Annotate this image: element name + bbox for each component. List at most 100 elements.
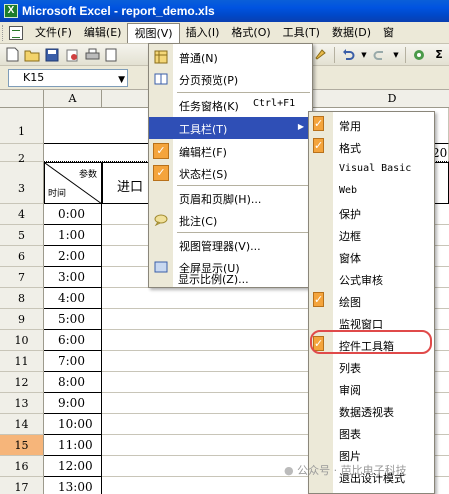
row-header-14[interactable]: 14 [0,414,44,435]
toolbar-option-5[interactable]: 边框 [309,224,434,246]
row-header-6[interactable]: 6 [0,246,44,267]
menu-edit[interactable]: 编辑(E) [78,23,128,43]
toolbar-option-3[interactable]: Web [309,180,434,202]
save-icon[interactable] [44,47,60,63]
view-menu-zoom[interactable]: 显示比例(Z)... [148,267,298,289]
menu-data[interactable]: 数据(D) [326,23,377,43]
print-preview-icon[interactable] [104,47,120,63]
toolbar-option-11[interactable]: 列表 [309,356,434,378]
row-header-13[interactable]: 13 [0,393,44,414]
check-icon: ✓ [313,292,325,307]
time-cell[interactable]: 10:00 [44,414,102,435]
view-menu-page-break[interactable]: 分页预览(P) [149,68,312,90]
time-cell[interactable]: 5:00 [44,309,102,330]
window-title: Microsoft Excel - report_demo.xls [22,4,215,18]
time-cell[interactable]: 6:00 [44,330,102,351]
row-header-10[interactable]: 10 [0,330,44,351]
redo-icon[interactable] [372,47,388,63]
toolbar-option-13[interactable]: 数据透视表 [309,400,434,422]
time-cell[interactable]: 7:00 [44,351,102,372]
toolbar-option-label: 常用 [339,120,361,133]
row-header-15[interactable]: 15 [0,435,44,456]
open-folder-icon[interactable] [24,47,40,63]
select-all-corner[interactable] [0,90,44,108]
toolbar-option-8[interactable]: ✓ 绘图 [309,290,434,312]
column-header-b[interactable] [102,90,150,108]
view-menu-comments[interactable]: 批注(C) [149,209,312,231]
view-menu-view-manager[interactable]: 视图管理器(V)... [149,234,312,256]
permission-icon[interactable] [64,47,80,63]
header-diagonal-cell[interactable]: 参数 时间 [44,162,103,205]
menu-tools[interactable]: 工具(T) [277,23,326,43]
time-cell[interactable]: 12:00 [44,456,102,477]
column-header-a[interactable]: A [44,90,102,108]
print-icon[interactable] [84,47,100,63]
toolbar-option-6[interactable]: 窗体 [309,246,434,268]
toolbar-option-4[interactable]: 保护 [309,202,434,224]
menu-format[interactable]: 格式(O) [225,23,276,43]
view-menu-normal[interactable]: 普通(N) [149,46,312,68]
time-cell[interactable]: 3:00 [44,267,102,288]
hyperlink-icon[interactable] [411,47,427,63]
menu-view[interactable]: 视图(V) [127,22,180,43]
time-cell[interactable]: 1:00 [44,225,102,246]
undo-dropdown-icon[interactable]: ▼ [360,47,368,63]
time-cell[interactable]: 4:00 [44,288,102,309]
name-box[interactable]: K15 ▼ [8,69,128,87]
row-header-5[interactable]: 5 [0,225,44,246]
check-icon: ✓ [313,116,325,131]
page-break-icon [153,71,169,87]
name-box-dropdown-icon[interactable]: ▼ [118,72,125,88]
row-header-12[interactable]: 12 [0,372,44,393]
undo-icon[interactable] [340,47,356,63]
toolbar-option-label: 绘图 [339,296,361,309]
view-menu-formula-bar[interactable]: ✓ 编辑栏(F) [149,140,312,162]
autosum-icon[interactable]: Σ [431,47,447,63]
row-header-11[interactable]: 11 [0,351,44,372]
time-cell[interactable]: 9:00 [44,393,102,414]
time-cell[interactable]: 0:00 [44,204,102,225]
toolbar-option-7[interactable]: 公式审核 [309,268,434,290]
row-header-2[interactable]: 2 [0,144,44,165]
column-header-d[interactable]: D [342,90,442,108]
view-menu-toolbars[interactable]: 工具栏(T) ▶ [149,117,312,139]
menu-separator [177,185,310,186]
time-cell[interactable]: 2:00 [44,246,102,267]
redo-dropdown-icon[interactable]: ▼ [392,47,400,63]
row-header-7[interactable]: 7 [0,267,44,288]
row-header-9[interactable]: 9 [0,309,44,330]
check-icon: ✓ [153,165,169,181]
menu-insert[interactable]: 插入(I) [180,23,226,43]
time-cell[interactable]: 11:00 [44,435,102,456]
time-cell[interactable]: 8:00 [44,372,102,393]
row-header-4[interactable]: 4 [0,204,44,225]
row-header-17[interactable]: 17 [0,477,44,494]
toolbar-option-14[interactable]: 图表 [309,422,434,444]
toolbar-option-12[interactable]: 审阅 [309,378,434,400]
check-icon: ✓ [313,138,325,153]
comment-icon [153,212,169,228]
toolbar-option-2[interactable]: Visual Basic [309,158,434,180]
time-cell[interactable]: 13:00 [44,477,102,494]
menu-file[interactable]: 文件(F) [29,23,78,43]
new-file-icon[interactable] [4,47,20,63]
menu-window[interactable]: 窗 [377,23,400,43]
menubar-grip[interactable] [2,24,5,41]
workbook-icon[interactable] [9,25,23,40]
row-header-16[interactable]: 16 [0,456,44,477]
paste-format-icon[interactable] [313,47,329,63]
check-icon: ✓ [153,143,169,159]
toolbar-option-1[interactable]: ✓ 格式 [309,136,434,158]
view-menu-task-pane[interactable]: 任务窗格(K) Ctrl+F1 [149,94,312,116]
view-menu-status-bar[interactable]: ✓ 状态栏(S) [149,162,312,184]
toolbar-option-label: 边框 [339,230,361,243]
toolbar-option-0[interactable]: ✓ 常用 [309,114,434,136]
view-menu-header-footer[interactable]: 页眉和页脚(H)... [149,187,312,209]
row-header-8[interactable]: 8 [0,288,44,309]
excel-app-icon: X [4,4,18,18]
wechat-icon: ● [284,464,294,477]
toolbar-option-label: 审阅 [339,384,361,397]
toolbar-option-label: 列表 [339,362,361,375]
row-header-3[interactable]: 3 [0,162,44,204]
row-header-1[interactable]: 1 [0,108,44,144]
